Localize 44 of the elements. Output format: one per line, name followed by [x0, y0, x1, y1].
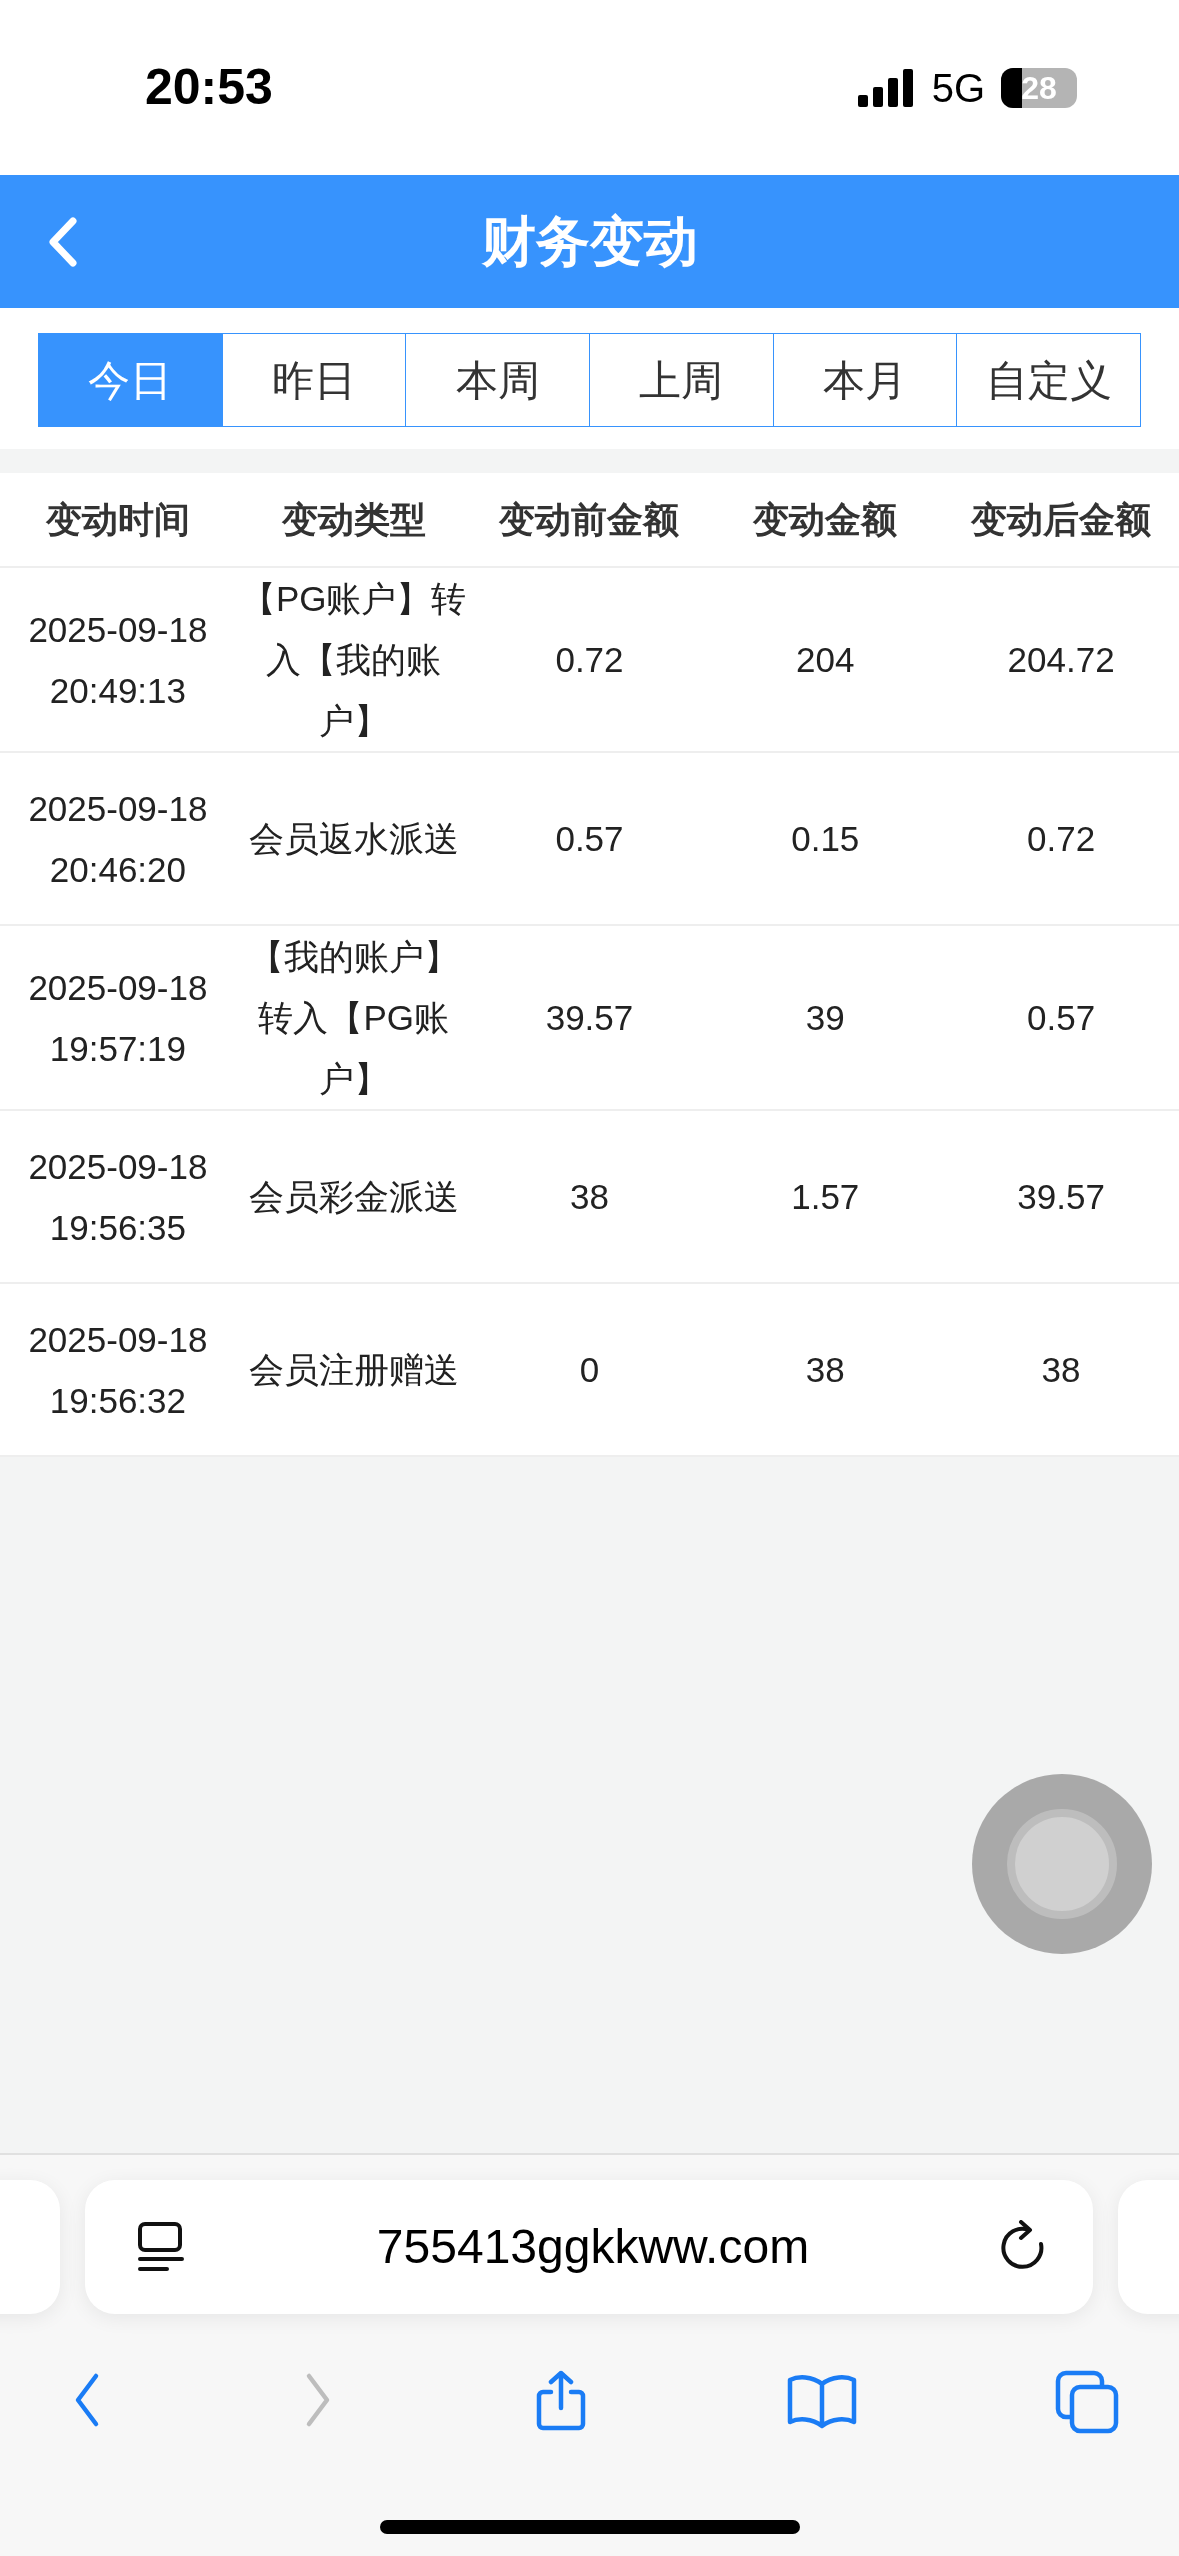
table-cell-text: 0.72 [1026, 818, 1097, 860]
table-cell-text: 38 [1040, 1349, 1082, 1391]
table-cell-text: 0.57 [1026, 997, 1097, 1039]
reader-icon [137, 2221, 185, 2273]
column-header: 变动前金额 [498, 497, 681, 542]
table-cell-text: 39 [804, 997, 846, 1039]
table-cell-text: 38 [804, 1349, 846, 1391]
table-cell-text: 1.57 [790, 1176, 861, 1218]
table-cell-text: 2025-09-18 19:56:35 [27, 1145, 209, 1249]
date-tab[interactable]: 昨日 [221, 333, 407, 427]
network-label: 5G [931, 64, 985, 112]
battery-icon: 28 [1001, 67, 1077, 108]
table-cell-text: 204.72 [1006, 639, 1116, 681]
date-tab[interactable]: 上周 [589, 333, 774, 427]
table-cell-text: 0.72 [554, 639, 625, 681]
table-cell-text: 39.57 [1016, 1176, 1106, 1218]
table-cell-text: 2025-09-18 19:56:32 [27, 1318, 209, 1422]
column-header: 变动后金额 [970, 497, 1153, 542]
table-cell-text: 【PG账户】转入【我的账户】 [239, 578, 468, 742]
table-cell-text: 0 [578, 1349, 601, 1391]
url-text: 755413ggkkww.com [375, 2219, 811, 2275]
table-cell-text: 2025-09-18 19:57:19 [27, 966, 209, 1070]
table-cell-text: 会员注册赠送 [247, 1349, 460, 1391]
table-cell-text: 会员返水派送 [247, 818, 460, 860]
table-cell-text: 38 [569, 1176, 610, 1218]
column-header: 变动金额 [752, 497, 899, 542]
date-tab[interactable]: 本周 [405, 333, 590, 427]
date-tab[interactable]: 本月 [772, 333, 958, 427]
address-bar[interactable]: 755413ggkkww.com [85, 2180, 1093, 2314]
date-tab[interactable]: 自定义 [956, 333, 1142, 427]
table-cell-text: 【我的账户】转入【PG账户】 [247, 936, 460, 1100]
table-cell-text: 2025-09-18 20:46:20 [27, 787, 209, 891]
tabs-icon[interactable] [1055, 2370, 1119, 2434]
signal-icon [857, 68, 916, 107]
table-cell-text: 39.57 [544, 997, 635, 1039]
table-cell-text: 204 [795, 639, 856, 681]
column-header: 变动时间 [44, 497, 191, 542]
column-header: 变动类型 [280, 497, 427, 542]
status-time: 20:53 [145, 58, 273, 117]
table-cell-text: 会员彩金派送 [247, 1176, 460, 1218]
table-cell-text: 0.57 [554, 818, 625, 860]
table-cell-text: 0.15 [790, 818, 861, 860]
table-cell-text: 2025-09-18 20:49:13 [27, 608, 209, 712]
page-title: 财务变动 [481, 210, 698, 273]
